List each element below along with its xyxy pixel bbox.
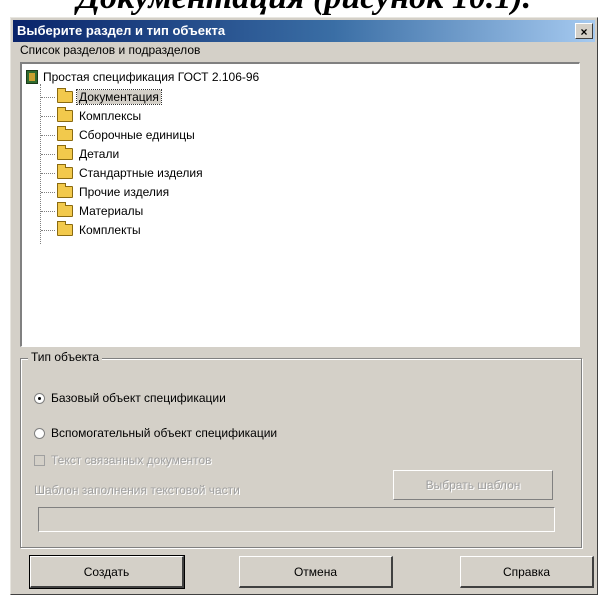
folder-icon <box>57 126 73 141</box>
tree-item-label: Материалы <box>79 204 144 218</box>
folder-icon <box>57 145 73 160</box>
tree-item-parts[interactable]: Детали <box>41 145 121 163</box>
tree-root-label: Простая спецификация ГОСТ 2.106-96 <box>43 70 260 84</box>
tree-root-item[interactable]: Простая спецификация ГОСТ 2.106-96 <box>26 68 259 86</box>
base-object-label: Базовый объект спецификации <box>51 391 226 405</box>
tree-item-other-products[interactable]: Прочие изделия <box>41 183 171 201</box>
close-icon[interactable]: × <box>575 23 593 39</box>
folder-icon <box>57 107 73 122</box>
radio-unchecked-icon[interactable] <box>34 427 45 439</box>
template-field <box>38 507 555 532</box>
choose-template-button: Выбрать шаблон <box>393 470 553 500</box>
specification-book-icon <box>26 70 38 84</box>
tree-connector <box>41 229 55 231</box>
radio-checked-icon[interactable] <box>34 392 45 404</box>
tree-connector <box>41 153 55 155</box>
template-label: Шаблон заполнения текстовой части <box>34 483 240 497</box>
tree-item-materials[interactable]: Материалы <box>41 202 145 220</box>
tree-item-label: Документация <box>76 89 162 105</box>
tree-connector <box>41 96 55 98</box>
aux-object-label: Вспомогательный объект спецификации <box>51 426 278 440</box>
sections-tree[interactable]: Простая спецификация ГОСТ 2.106-96 Докум… <box>20 62 580 347</box>
folder-icon <box>57 88 73 103</box>
tree-item-assemblies[interactable]: Сборочные единицы <box>41 126 197 144</box>
dialog-titlebar[interactable]: Выберите раздел и тип объекта × <box>13 20 595 42</box>
help-button[interactable]: Справка <box>460 556 594 588</box>
tree-item-documentation[interactable]: Документация <box>41 88 162 106</box>
tree-item-kits[interactable]: Комплекты <box>41 221 143 239</box>
tree-connector <box>41 172 55 174</box>
document-caption: Документация (рисунок 10.1). <box>0 0 608 18</box>
checkbox-icon <box>34 454 45 466</box>
aux-object-radio[interactable]: Вспомогательный объект спецификации <box>34 426 277 440</box>
tree-item-label: Прочие изделия <box>79 185 170 199</box>
create-button[interactable]: Создать <box>29 555 185 589</box>
tree-connector <box>41 210 55 212</box>
base-object-radio[interactable]: Базовый объект спецификации <box>34 391 226 405</box>
tree-item-label: Сборочные единицы <box>79 128 195 142</box>
tree-item-label: Стандартные изделия <box>79 166 203 180</box>
dialog-title: Выберите раздел и тип объекта <box>17 23 226 38</box>
tree-item-label: Комплексы <box>79 109 142 123</box>
tree-item-label: Комплекты <box>79 223 141 237</box>
tree-item-complexes[interactable]: Комплексы <box>41 107 143 125</box>
sections-list-label: Список разделов и подразделов <box>20 43 201 57</box>
cancel-button[interactable]: Отмена <box>239 556 393 588</box>
folder-icon <box>57 202 73 217</box>
tree-item-standard-products[interactable]: Стандартные изделия <box>41 164 205 182</box>
folder-icon <box>57 183 73 198</box>
folder-icon <box>57 164 73 179</box>
object-type-title: Тип объекта <box>28 350 103 364</box>
folder-icon <box>57 221 73 236</box>
tree-connector <box>41 134 55 136</box>
text-documents-label: Текст связанных документов <box>51 453 212 467</box>
tree-connector <box>41 115 55 117</box>
tree-item-label: Детали <box>79 147 120 161</box>
tree-connector <box>41 191 55 193</box>
text-documents-checkbox: Текст связанных документов <box>34 453 212 467</box>
